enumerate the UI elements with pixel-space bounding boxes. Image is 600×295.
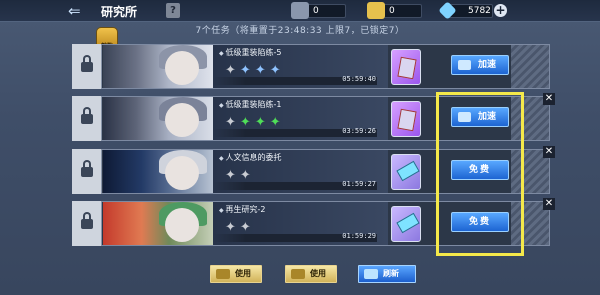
task-portrait — [103, 45, 213, 88]
reward-item-icon[interactable] — [391, 101, 421, 137]
diamond-icon — [438, 1, 457, 20]
task-info: 低级重装陷练-5 ✦✦✦✦ 05:59:40 — [213, 45, 388, 88]
task-portrait — [103, 97, 213, 140]
reward-item-icon[interactable] — [391, 49, 421, 85]
plus-icon[interactable]: + — [494, 4, 507, 17]
star-icon: ✦ — [254, 63, 270, 78]
star-icon: ✦ — [239, 168, 255, 183]
task-stars: ✦✦✦✦ — [225, 115, 285, 130]
star-icon: ✦ — [225, 220, 240, 235]
task-stars: ✦✦✦✦ — [225, 63, 285, 78]
star-icon: ✦ — [239, 220, 255, 235]
task-time: 05:59:40 — [342, 75, 376, 83]
task-stars: ✦✦ — [225, 220, 255, 235]
speed-up-button[interactable]: 加速 — [451, 55, 509, 75]
star-icon: ✦ — [239, 63, 255, 78]
star-icon: ✦ — [225, 168, 240, 183]
close-icon[interactable]: ✕ — [543, 146, 555, 158]
task-name: 人文信息的委托 — [219, 152, 282, 163]
lock-icon[interactable] — [72, 201, 102, 246]
resource-value: 0 — [313, 6, 319, 16]
star-icon: ✦ — [254, 115, 270, 130]
speed-up-label: 加速 — [478, 60, 497, 70]
ticket-icon — [291, 269, 305, 279]
refresh-label: 刷新 — [383, 269, 399, 278]
close-icon[interactable]: ✕ — [543, 198, 555, 210]
back-arrow-icon[interactable]: ⇐ — [68, 2, 81, 20]
star-icon: ✦ — [225, 63, 240, 78]
use-label: 使用 — [310, 269, 326, 278]
task-time: 01:59:27 — [342, 180, 376, 188]
page-title: 研究所 — [101, 5, 138, 19]
task-name: 再生研究-2 — [219, 204, 266, 215]
resource-value: 0 — [389, 6, 395, 16]
task-info: 再生研究-2 ✦✦ 01:59:29 — [213, 202, 388, 245]
use-button[interactable]: 使用 — [210, 265, 262, 283]
star-icon: ✦ — [239, 115, 255, 130]
lock-icon[interactable] — [72, 96, 102, 141]
ticket-icon — [367, 2, 385, 19]
use-button[interactable]: 使用 — [285, 265, 337, 283]
refresh-icon — [364, 269, 378, 279]
task-time: 03:59:26 — [342, 127, 376, 135]
refresh-button[interactable]: 刷新 — [358, 265, 416, 283]
close-icon[interactable]: ✕ — [543, 93, 555, 105]
resource-diamond: 5782 — [438, 1, 493, 20]
star-icon: ✦ — [269, 115, 285, 130]
reward-item-icon[interactable] — [391, 206, 421, 242]
task-info: 低级重装陷练-1 ✦✦✦✦ 03:59:26 — [213, 97, 388, 140]
task-stars: ✦✦ — [225, 168, 255, 183]
row-decoration — [511, 45, 549, 88]
task-name: 低级重装陷练-5 — [219, 47, 282, 58]
use-label: 使用 — [235, 269, 251, 278]
speed-ticket-icon — [458, 60, 471, 70]
question-icon[interactable]: ? — [166, 3, 180, 18]
star-icon: ✦ — [269, 63, 285, 78]
ticket-icon — [216, 269, 230, 279]
resource-data-chip: 0 — [291, 2, 346, 19]
top-bar: ⇐ 研究所 ? 0 0 5782 + — [0, 0, 600, 22]
task-summary: 7个任务（将重置于23:48:33 上限7，已锁定7） — [195, 26, 405, 36]
resource-ticket: 0 — [367, 2, 422, 19]
lock-icon[interactable] — [72, 44, 102, 89]
task-time: 01:59:29 — [342, 232, 376, 240]
resource-value: 5782 — [468, 6, 491, 16]
task-row: 低级重装陷练-5 ✦✦✦✦ 05:59:40 加速 — [72, 44, 550, 89]
task-portrait — [103, 202, 213, 245]
star-icon: ✦ — [225, 115, 240, 130]
reward-item-icon[interactable] — [391, 154, 421, 190]
data-chip-icon — [291, 2, 309, 19]
highlight-box — [436, 92, 524, 256]
task-name: 低级重装陷练-1 — [219, 99, 282, 110]
task-info: 人文信息的委托 ✦✦ 01:59:27 — [213, 150, 388, 193]
lock-icon[interactable] — [72, 149, 102, 194]
task-portrait — [103, 150, 213, 193]
